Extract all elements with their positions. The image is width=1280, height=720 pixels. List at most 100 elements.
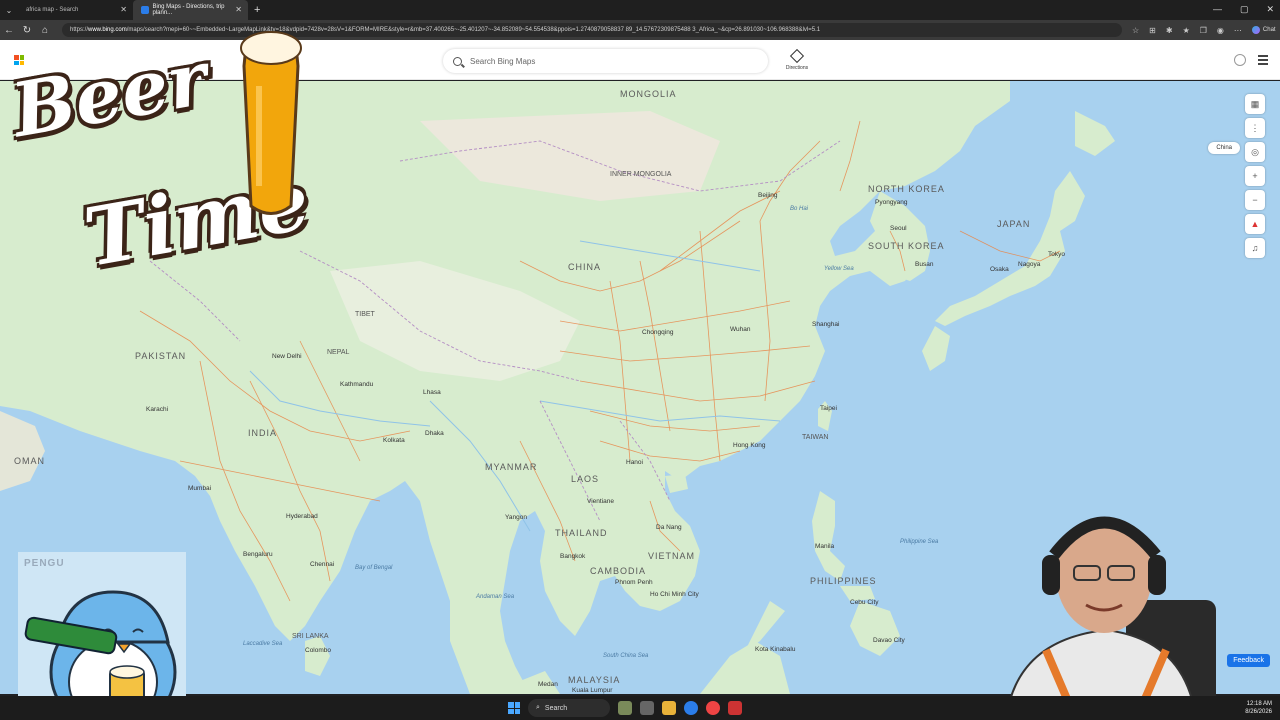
directions-label: Directions bbox=[785, 65, 809, 71]
country-tag-label: China bbox=[1216, 145, 1232, 151]
label-bangkok: Bangkok bbox=[560, 553, 586, 560]
favorites-icon[interactable]: ★ bbox=[1183, 26, 1190, 35]
hamburger-menu-icon[interactable] bbox=[1258, 55, 1268, 67]
label-laccadive-sea: Laccadive Sea bbox=[243, 641, 283, 647]
zoom-in-icon[interactable]: + bbox=[1245, 166, 1265, 186]
tab-bing-maps[interactable]: Bing Maps - Directions, trip plann... ✕ bbox=[133, 0, 248, 20]
arabia-landmass bbox=[0, 411, 45, 491]
label-china: CHINA bbox=[568, 262, 602, 272]
windows-start-icon[interactable] bbox=[508, 702, 520, 714]
chat-label: Chat bbox=[1262, 27, 1276, 33]
locate-me-icon[interactable]: ◎ bbox=[1245, 142, 1265, 162]
task-view-icon[interactable] bbox=[640, 701, 654, 715]
label-osaka: Osaka bbox=[990, 266, 1009, 273]
copilot-chat-button[interactable]: Chat bbox=[1251, 26, 1276, 34]
label-tibet: TIBET bbox=[355, 311, 375, 318]
label-bengaluru: Bengaluru bbox=[243, 551, 273, 558]
streamer-webcam bbox=[986, 490, 1226, 720]
label-south-china-sea: South China Sea bbox=[603, 653, 649, 659]
map-search-box[interactable] bbox=[443, 49, 768, 73]
mindanao-island bbox=[850, 601, 900, 656]
label-nagoya: Nagoya bbox=[1018, 261, 1041, 268]
map-style-icon[interactable]: ▦ bbox=[1245, 94, 1265, 114]
windows-taskbar: ⌕ Search 12:18 AM 8/26/2026 bbox=[0, 696, 1280, 720]
bing-maps-favicon-icon bbox=[141, 6, 149, 14]
feedback-button[interactable]: Feedback bbox=[1227, 654, 1270, 667]
map-search-input[interactable] bbox=[470, 56, 750, 66]
close-window-icon[interactable]: ✕ bbox=[1266, 4, 1274, 15]
label-ho-chi-minh: Ho Chi Minh City bbox=[650, 591, 699, 598]
sri-lanka-island bbox=[305, 636, 330, 676]
close-tab-icon[interactable]: ✕ bbox=[235, 5, 242, 14]
label-taiwan: TAIWAN bbox=[802, 434, 829, 441]
zoom-out-icon[interactable]: − bbox=[1245, 190, 1265, 210]
label-karachi: Karachi bbox=[146, 406, 169, 413]
tab-actions-icon[interactable]: ⌄ bbox=[0, 6, 18, 15]
label-pakistan: PAKISTAN bbox=[135, 351, 187, 361]
close-tab-icon[interactable]: ✕ bbox=[120, 5, 127, 14]
country-tag-china[interactable]: China bbox=[1208, 142, 1240, 154]
label-manila: Manila bbox=[815, 543, 835, 550]
label-new-delhi: New Delhi bbox=[272, 353, 302, 360]
copilot-icon bbox=[1251, 26, 1260, 34]
japan-islands bbox=[935, 171, 1085, 326]
chrome-browser-icon[interactable] bbox=[706, 701, 720, 715]
label-north-korea: NORTH KOREA bbox=[868, 184, 945, 194]
favorite-star-icon[interactable]: ☆ bbox=[1132, 26, 1139, 35]
beer-time-overlay: Beer Time bbox=[4, 22, 316, 302]
label-philippine-sea: Philippine Sea bbox=[900, 539, 939, 545]
taskbar-search[interactable]: ⌕ Search bbox=[528, 699, 610, 717]
system-clock[interactable]: 12:18 AM 8/26/2026 bbox=[1245, 700, 1272, 716]
label-yellow-sea: Yellow Sea bbox=[824, 266, 854, 272]
label-lhasa: Lhasa bbox=[423, 389, 441, 396]
kyushu-island bbox=[922, 326, 950, 371]
new-tab-icon[interactable]: + bbox=[254, 4, 260, 16]
label-cebu: Cebu City bbox=[850, 599, 879, 606]
search-icon[interactable] bbox=[453, 56, 462, 66]
notification-icon[interactable]: ♫ bbox=[1245, 238, 1265, 258]
label-laos: LAOS bbox=[571, 474, 600, 484]
label-india: INDIA bbox=[248, 428, 278, 438]
label-medan: Medan bbox=[538, 681, 558, 688]
label-da-nang: Da Nang bbox=[656, 524, 682, 531]
label-kuala-lumpur: Kuala Lumpur bbox=[572, 687, 613, 694]
maximize-icon[interactable]: ▢ bbox=[1240, 4, 1249, 15]
label-phnom-penh: Phnom Penh bbox=[615, 579, 653, 586]
file-explorer-icon[interactable] bbox=[662, 701, 676, 715]
hokkaido-island bbox=[1075, 111, 1115, 156]
edge-browser-icon[interactable] bbox=[684, 701, 698, 715]
label-hong-kong: Hong Kong bbox=[733, 442, 766, 449]
label-hanoi: Hanoi bbox=[626, 459, 643, 466]
label-bay-of-bengal: Bay of Bengal bbox=[355, 565, 393, 571]
widgets-icon[interactable] bbox=[618, 701, 632, 715]
label-bo-hai: Bo Hai bbox=[790, 206, 809, 212]
clock-time: 12:18 AM bbox=[1246, 701, 1272, 707]
directions-button[interactable]: Directions bbox=[783, 48, 811, 71]
taskbar-apps: ⌕ Search bbox=[508, 699, 742, 717]
window-controls: — ▢ ✕ bbox=[1213, 4, 1274, 15]
taskbar-search-icon: ⌕ bbox=[536, 704, 540, 711]
beer-glass-icon bbox=[240, 31, 302, 215]
label-malaysia: MALAYSIA bbox=[568, 675, 621, 685]
label-japan: JAPAN bbox=[997, 219, 1031, 229]
label-wuhan: Wuhan bbox=[730, 326, 751, 333]
tab-africa-map-search[interactable]: africa map - Search ✕ bbox=[18, 0, 133, 20]
compass-icon[interactable]: ▲ bbox=[1245, 214, 1265, 234]
traffic-icon[interactable]: ⋮ bbox=[1245, 118, 1265, 138]
recording-app-icon[interactable] bbox=[728, 701, 742, 715]
minimize-icon[interactable]: — bbox=[1213, 4, 1222, 15]
reading-view-icon[interactable]: ⊞ bbox=[1149, 26, 1156, 35]
hainan-island bbox=[665, 474, 688, 493]
profile-icon[interactable]: ◉ bbox=[1217, 26, 1224, 35]
label-shanghai: Shanghai bbox=[812, 321, 840, 328]
label-south-korea: SOUTH KOREA bbox=[868, 241, 945, 251]
tab-label: africa map - Search bbox=[26, 7, 79, 13]
label-oman: OMAN bbox=[14, 456, 45, 466]
luzon-island bbox=[812, 491, 845, 581]
user-account-icon[interactable] bbox=[1234, 54, 1246, 66]
menu-dots-icon[interactable]: ⋯ bbox=[1234, 26, 1242, 35]
collections-icon[interactable]: ❐ bbox=[1200, 26, 1207, 35]
screen: ⌄ africa map - Search ✕ Bing Maps - Dire… bbox=[0, 0, 1280, 720]
extensions-icon[interactable]: ✱ bbox=[1166, 26, 1173, 35]
label-chongqing: Chongqing bbox=[642, 329, 674, 336]
